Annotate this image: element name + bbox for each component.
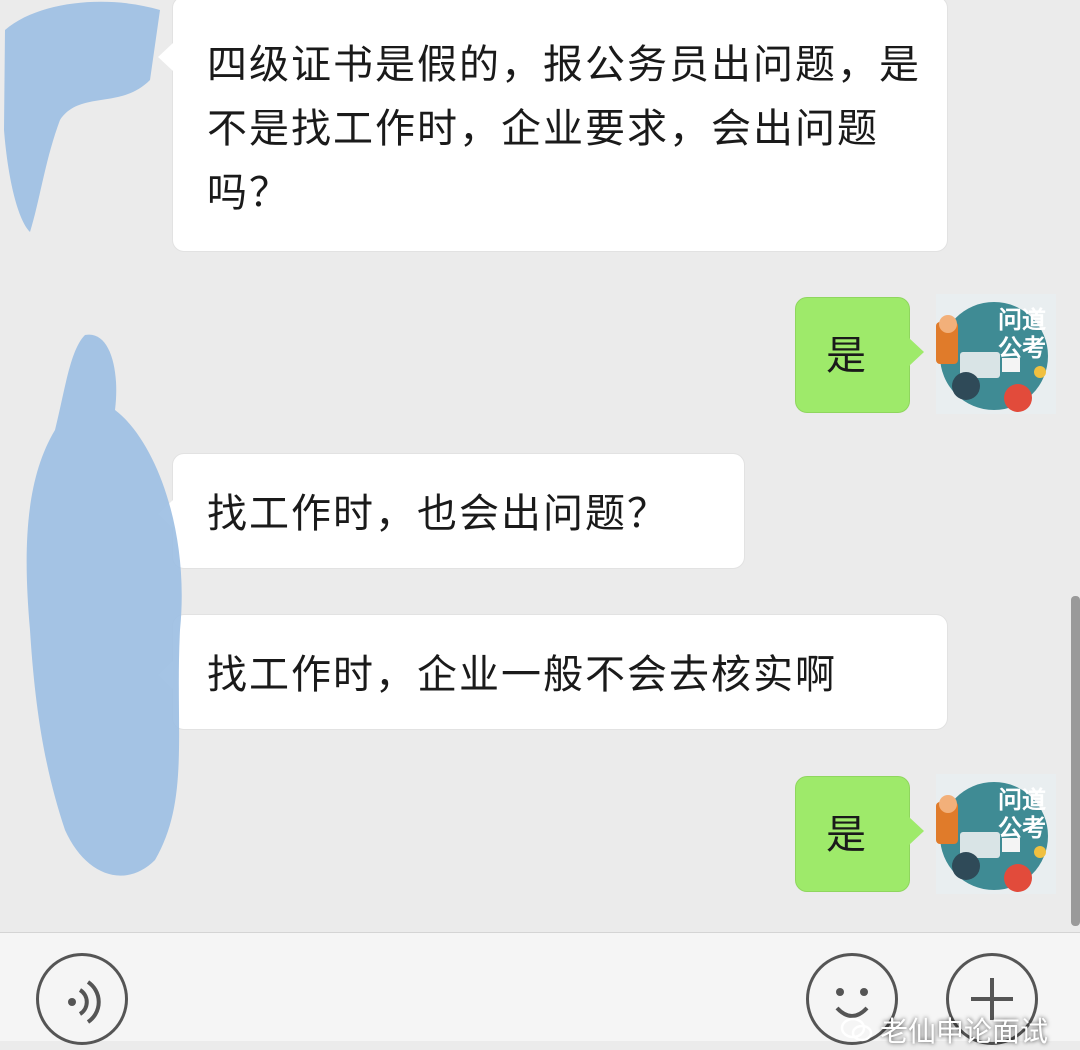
message-bubble-incoming[interactable]: 四级证书是假的，报公务员出问题，是不是找工作时，企业要求，会出问题吗？ <box>158 0 948 252</box>
voice-icon <box>68 980 101 1024</box>
message-bubble-incoming[interactable]: 找工作时，企业一般不会去核实啊 <box>158 614 948 730</box>
my-avatar[interactable]: 问道 公考 <box>936 294 1056 414</box>
redaction-scribble-middle <box>26 334 182 876</box>
watermark: 老仙申论面试 <box>840 1010 1048 1050</box>
avatar-illustration: 问道 公考 <box>936 294 1056 414</box>
chat-message-list[interactable]: 四级证书是假的，报公务员出问题，是不是找工作时，企业要求，会出问题吗？ 是 问道… <box>0 0 1080 932</box>
message-bubble-outgoing[interactable]: 是 <box>795 297 924 413</box>
avatar-text-line2: 公考 <box>998 334 1046 362</box>
message-text: 找工作时，企业一般不会去核实啊 <box>207 652 837 698</box>
watermark-text: 老仙申论面试 <box>879 1015 1048 1048</box>
scrollbar[interactable] <box>1071 596 1080 926</box>
message-text: 四级证书是假的，报公务员出问题，是不是找工作时，企业要求，会出问题吗？ <box>207 42 921 216</box>
avatar-illustration: 问道 公考 <box>936 774 1056 894</box>
my-avatar[interactable]: 问道 公考 <box>936 774 1056 894</box>
message-text: 是 <box>826 812 868 858</box>
message-text: 是 <box>826 333 868 379</box>
message-bubble-incoming[interactable]: 找工作时，也会出问题？ <box>158 453 745 569</box>
redaction-scribble-top <box>4 1 160 232</box>
voice-button[interactable] <box>36 953 128 1045</box>
avatar-text-line1: 问道 <box>998 786 1046 814</box>
avatar-text-line2: 公考 <box>998 814 1046 842</box>
message-bubble-outgoing[interactable]: 是 <box>795 776 924 892</box>
message-text: 找工作时，也会出问题？ <box>207 491 669 537</box>
avatar-text-line1: 问道 <box>998 306 1046 334</box>
